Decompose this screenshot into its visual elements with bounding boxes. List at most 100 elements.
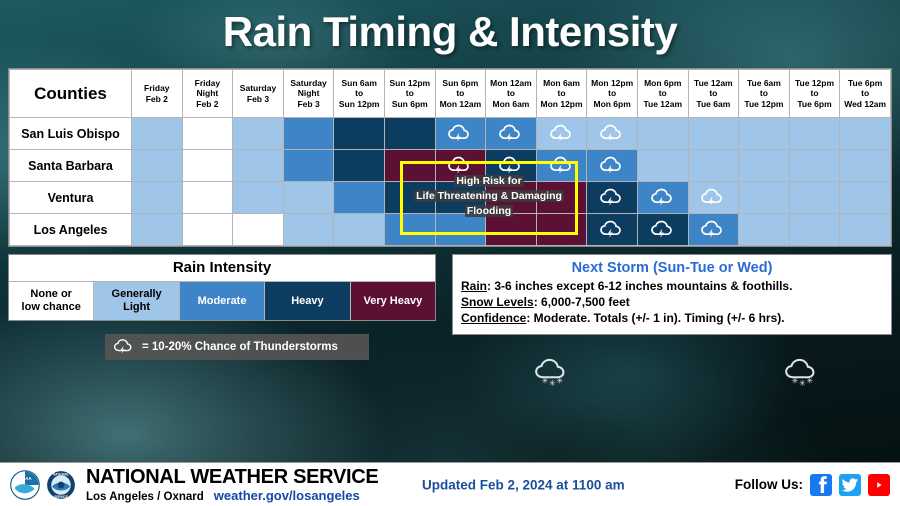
intensity-cell-r3-c1 [181, 213, 234, 246]
youtube-icon[interactable] [868, 473, 890, 496]
intensity-cell-r3-c10 [636, 213, 689, 246]
time-period-header-3: Saturday Night Feb 3 [282, 69, 335, 118]
thunderstorm-icon [113, 339, 132, 354]
agency-name: NATIONAL WEATHER SERVICE [86, 465, 379, 488]
intensity-cell-r1-c2 [232, 149, 284, 182]
intensity-cell-r3-c4 [333, 213, 385, 246]
table-row: San Luis Obispo [9, 117, 891, 150]
rain-forecast-line: Rain: 3-6 inches except 6-12 inches moun… [461, 278, 883, 294]
follow-us-label: Follow Us: [734, 477, 803, 492]
thunderstorm-note: = 10-20% Chance of Thunderstorms [105, 334, 369, 360]
intensity-cell-r3-c12 [738, 213, 790, 246]
intensity-cell-r1-c3 [282, 149, 335, 182]
facebook-icon[interactable] [810, 473, 832, 496]
intensity-cell-r1-c10 [636, 149, 689, 182]
intensity-cell-r2-c1 [181, 181, 234, 214]
intensity-cell-r3-c2 [232, 213, 284, 246]
intensity-cell-r0-c7 [485, 117, 537, 150]
time-period-header-8: Mon 6am to Mon 12pm [535, 69, 588, 118]
intensity-cell-r2-c14 [839, 181, 891, 214]
legend-scale: None or low chance Generally Light Moderate H… [9, 282, 436, 320]
nws-seal-icon: NATIONAL SERVICE [46, 469, 76, 500]
intensity-cell-r1-c14 [839, 149, 891, 182]
time-period-header-7: Mon 12am to Mon 6am [485, 69, 537, 118]
intensity-cell-r1-c12 [738, 149, 790, 182]
thunderstorm-icon [549, 124, 571, 142]
intensity-cell-r1-c11 [687, 149, 740, 182]
legend-item-2: Moderate [179, 282, 266, 320]
intensity-cell-r0-c0 [131, 117, 183, 150]
intensity-cell-r2-c9 [586, 181, 638, 214]
intensity-cell-r2-c10 [636, 181, 689, 214]
agency-subline: Los Angeles / Oxnard weather.gov/losange… [86, 488, 378, 503]
twitter-icon[interactable] [839, 473, 861, 496]
time-period-header-10: Mon 6pm to Tue 12am [636, 69, 689, 118]
time-period-header-5: Sun 12pm to Sun 6pm [383, 69, 436, 118]
snow-value: : 6,000-7,500 feet [533, 295, 630, 310]
intensity-cell-r2-c13 [788, 181, 841, 214]
intensity-cell-r3-c14 [839, 213, 891, 246]
time-period-header-13: Tue 12pm to Tue 6pm [788, 69, 841, 118]
intensity-cell-r0-c12 [738, 117, 790, 150]
legend-item-0: None or low chance [9, 282, 95, 320]
intensity-cell-r3-c9 [586, 213, 638, 246]
svg-text:NOAA: NOAA [18, 475, 32, 480]
confidence-line: Confidence: Moderate. Totals (+/- 1 in).… [461, 310, 883, 326]
county-label: Los Angeles [9, 213, 132, 246]
callout-line-3: Flooding [464, 205, 514, 218]
legend-item-label: Heavy [291, 294, 324, 307]
page-title: Rain Timing & Intensity [222, 8, 678, 55]
intensity-cell-r1-c4 [333, 149, 385, 182]
legend-item-4: Very Heavy [350, 282, 436, 320]
intensity-cell-r3-c11 [687, 213, 740, 246]
legend-item-1: Generally Light [94, 282, 180, 320]
intensity-cell-r2-c3 [282, 181, 335, 214]
counties-header: Counties [9, 69, 132, 118]
thunderstorm-icon [549, 156, 571, 174]
intensity-cell-r0-c11 [687, 117, 740, 150]
intensity-cell-r1-c0 [131, 149, 183, 182]
time-period-header-11: Tue 12am to Tue 6am [687, 69, 740, 118]
thunderstorm-icon [701, 220, 723, 238]
rain-timing-table-container: Counties Friday Feb 2 Friday Night Feb 2 Satu… [8, 68, 892, 247]
time-period-header-6: Sun 6pm to Mon 12am [434, 69, 487, 118]
legend-item-3: Heavy [265, 282, 351, 320]
confidence-label: Confidence [461, 311, 527, 326]
county-label: San Luis Obispo [9, 117, 132, 150]
county-label: Ventura [9, 181, 132, 214]
intensity-cell-r2-c0 [131, 181, 183, 214]
intensity-cell-r0-c6 [434, 117, 487, 150]
legend-item-label: None or low chance [21, 288, 81, 313]
time-period-header-9: Mon 12pm to Mon 6pm [586, 69, 638, 118]
intensity-cell-r0-c3 [282, 117, 335, 150]
thunderstorm-icon [600, 124, 621, 142]
time-period-header-0: Friday Feb 2 [131, 69, 183, 118]
svg-text:NATIONAL: NATIONAL [53, 472, 69, 476]
rain-value: : 3-6 inches except 6-12 inches mountain… [487, 279, 793, 293]
rain-label: Rain [461, 279, 488, 293]
intensity-cell-r2-c4 [333, 181, 385, 214]
thunderstorm-icon [499, 156, 520, 174]
intensity-cell-r1-c1 [181, 149, 234, 182]
intensity-cell-r1-c9 [586, 149, 638, 182]
thunderstorm-note-text: = 10-20% Chance of Thunderstorms [142, 341, 338, 353]
time-period-header-14: Tue 6pm to Wed 12am [839, 69, 891, 118]
intensity-cell-r0-c4 [333, 117, 385, 150]
legend-item-label: Very Heavy [363, 294, 423, 307]
time-period-header-1: Friday Night Feb 2 [181, 69, 234, 118]
thunderstorm-icon [600, 188, 621, 206]
intensity-cell-r2-c2 [232, 181, 284, 214]
thunderstorm-icon [600, 220, 621, 238]
intensity-cell-r0-c9 [586, 117, 638, 150]
intensity-cell-r0-c5 [383, 117, 436, 150]
intensity-cell-r0-c2 [232, 117, 284, 150]
legend-item-label: Moderate [197, 294, 247, 307]
updated-timestamp: Updated Feb 2, 2024 at 1100 am [422, 477, 625, 492]
svg-text:SERVICE: SERVICE [54, 494, 68, 498]
thunderstorm-icon [701, 188, 723, 206]
callout-line-2: Life Threatening & Damaging [414, 190, 564, 203]
agency-url[interactable]: weather.gov/losangeles [214, 488, 360, 503]
snow-label: Snow Levels [461, 295, 534, 310]
intensity-cell-r0-c10 [636, 117, 689, 150]
intensity-cell-r0-c1 [181, 117, 234, 150]
